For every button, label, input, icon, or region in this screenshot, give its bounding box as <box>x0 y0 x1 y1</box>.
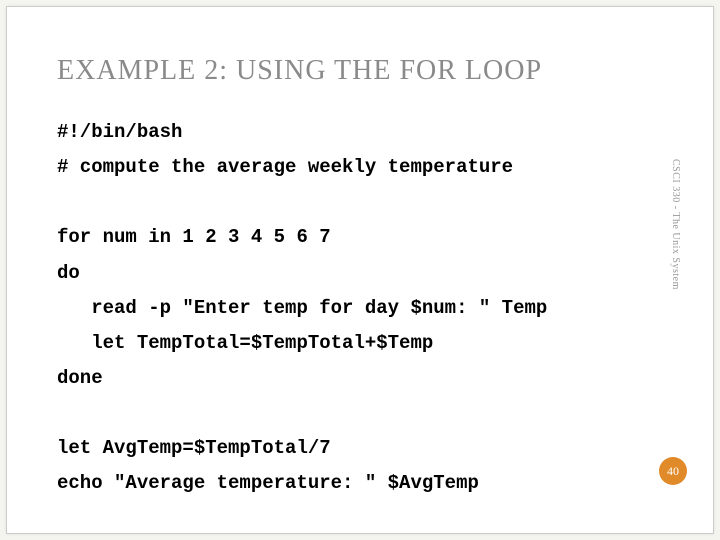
slide-title: EXAMPLE 2: USING THE FOR LOOP <box>57 55 663 87</box>
slide-container: EXAMPLE 2: USING THE FOR LOOP #!/bin/bas… <box>6 6 714 534</box>
code-block: #!/bin/bash # compute the average weekly… <box>57 115 663 502</box>
page-number-badge: 40 <box>659 457 687 485</box>
course-label: CSCI 330 - The Unix System <box>670 159 681 290</box>
page-number: 40 <box>667 464 679 479</box>
